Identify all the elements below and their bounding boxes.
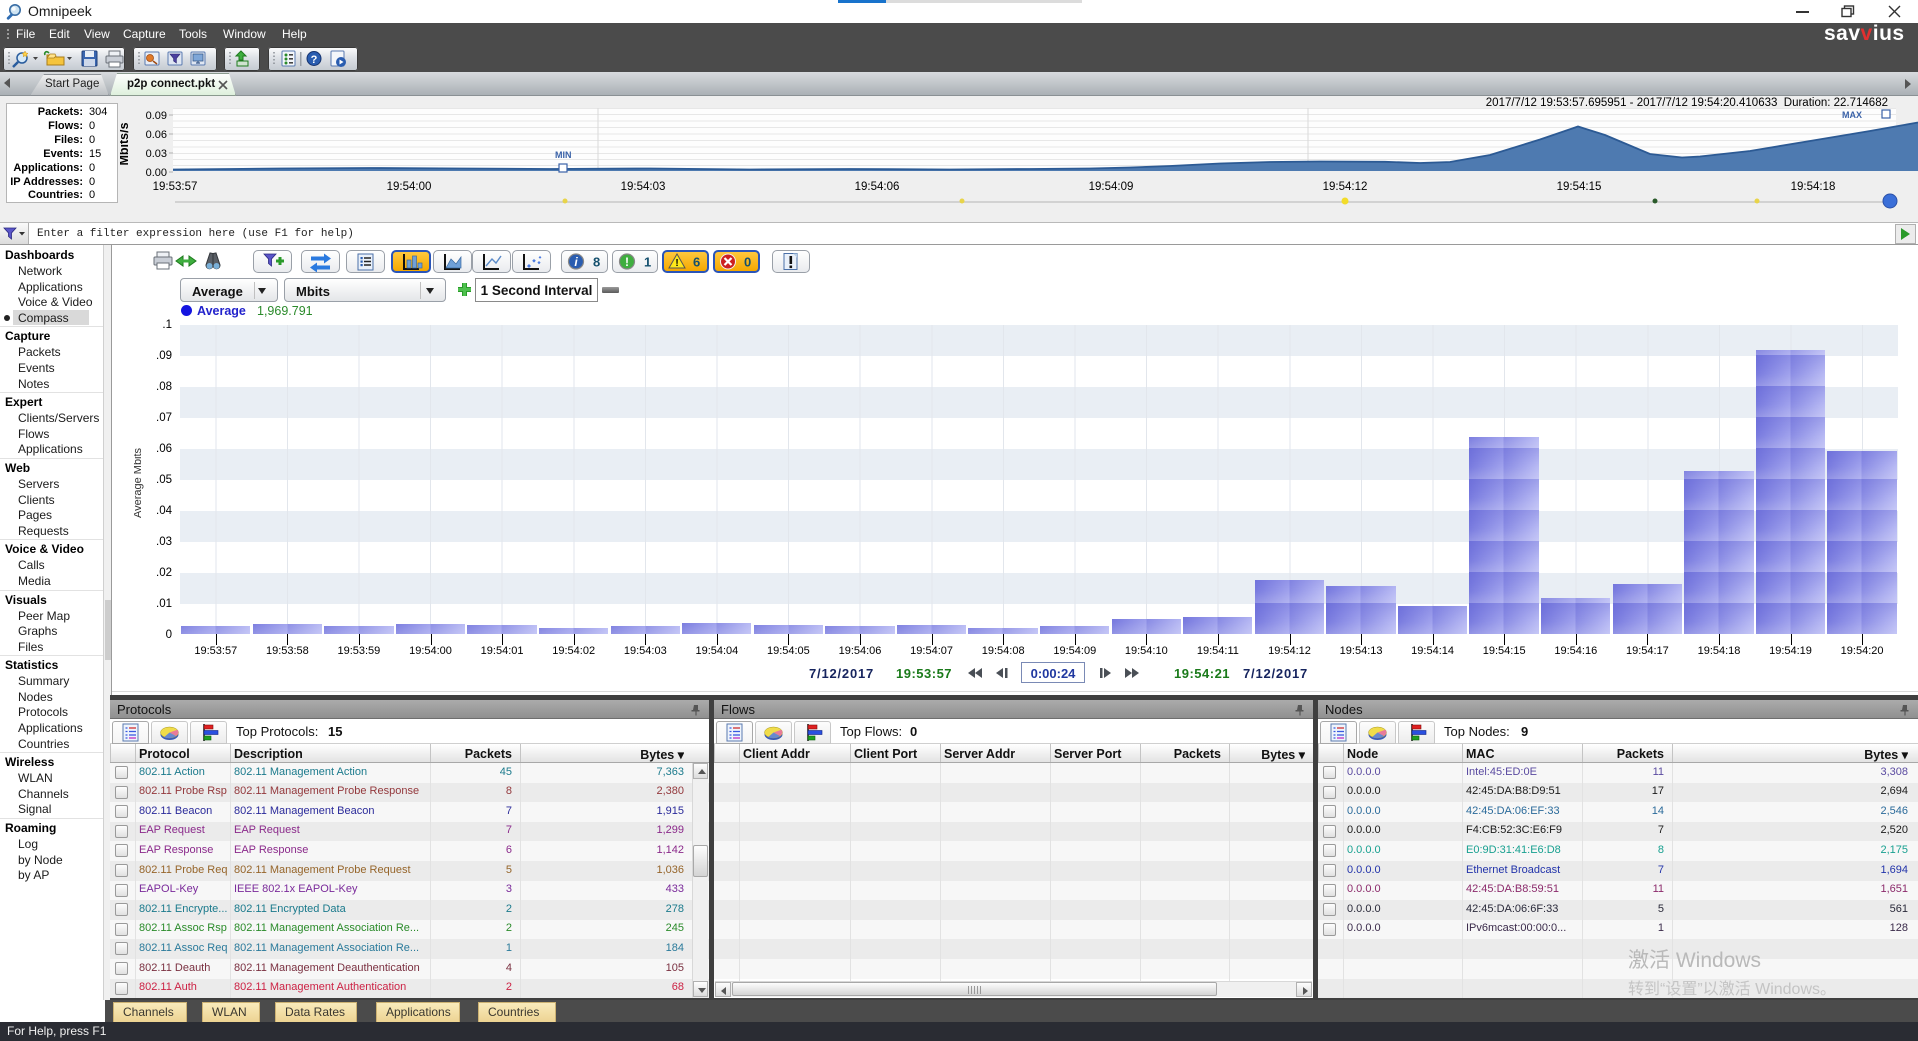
svg-text:19:54:06: 19:54:06 <box>855 181 900 193</box>
svg-text:19:54:00: 19:54:00 <box>387 181 432 193</box>
svg-text:19:54:12: 19:54:12 <box>1323 181 1368 193</box>
svg-text:0.06: 0.06 <box>146 129 167 141</box>
svg-text:8: 8 <box>593 255 600 270</box>
svg-text:19:54:15: 19:54:15 <box>1557 181 1602 193</box>
svg-text:1: 1 <box>644 255 651 270</box>
svg-text:0.03: 0.03 <box>146 148 167 160</box>
svg-text:19:54:09: 19:54:09 <box>1089 181 1134 193</box>
svg-text:0.00: 0.00 <box>146 167 167 179</box>
svg-text:0.09: 0.09 <box>146 110 167 122</box>
svg-text:!: ! <box>675 258 678 269</box>
svg-text:MAX: MAX <box>1842 110 1862 120</box>
svg-text:0: 0 <box>744 255 751 270</box>
svg-text:Average Mbits: Average Mbits <box>134 447 144 518</box>
svg-text:19:54:18: 19:54:18 <box>1791 181 1836 193</box>
svg-text:?: ? <box>311 54 318 66</box>
svg-text:MIN: MIN <box>555 150 572 160</box>
svg-text:19:53:57: 19:53:57 <box>153 181 198 193</box>
svg-text:19:54:03: 19:54:03 <box>621 181 666 193</box>
svg-text:!: ! <box>625 255 629 269</box>
svg-text:6: 6 <box>693 255 700 270</box>
